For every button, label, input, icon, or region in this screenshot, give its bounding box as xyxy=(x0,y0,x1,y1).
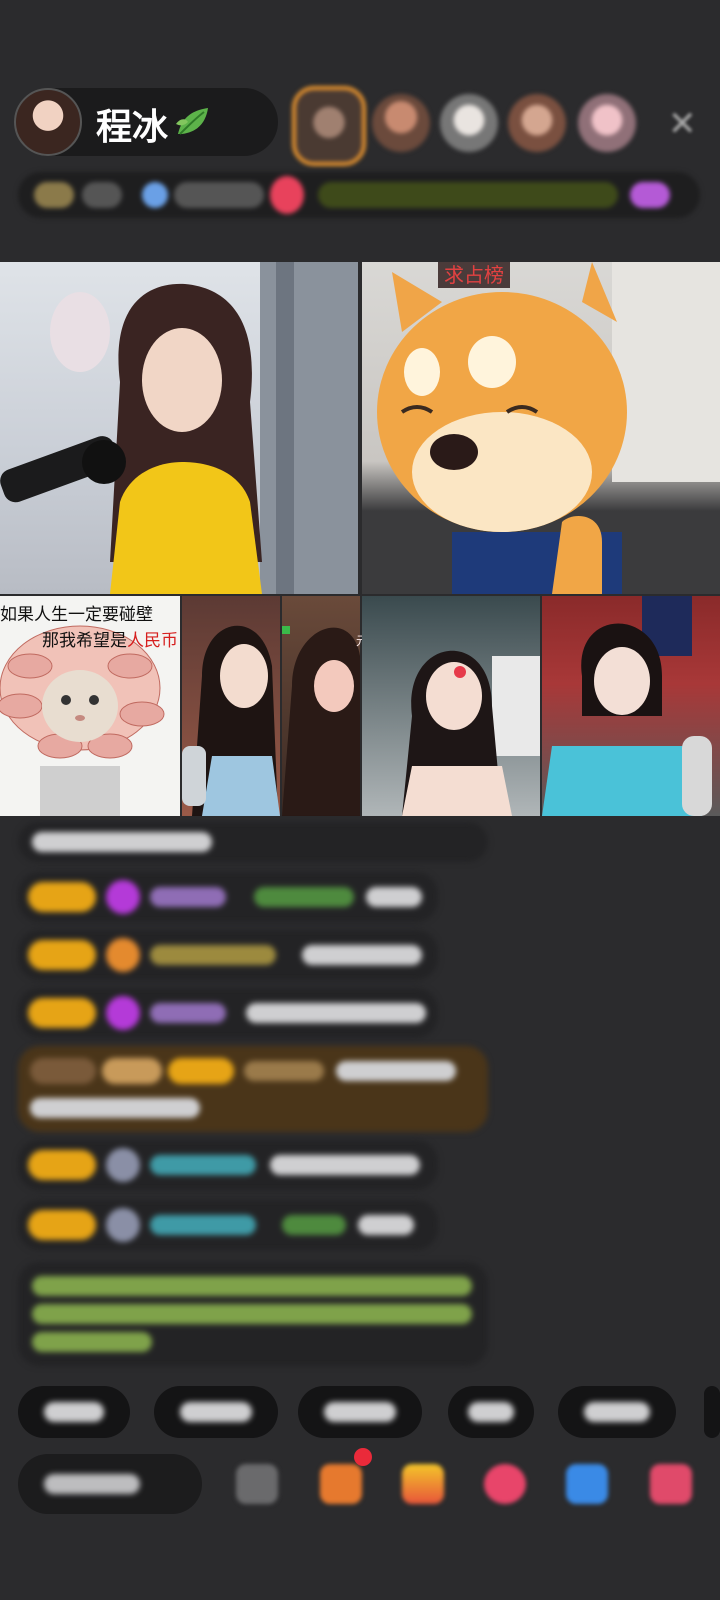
game-icon[interactable] xyxy=(566,1464,608,1504)
quick-reply-button-4[interactable] xyxy=(448,1386,534,1438)
quick-reply-button-1[interactable] xyxy=(18,1386,130,1438)
chat-message[interactable] xyxy=(18,930,438,980)
heart-icon[interactable] xyxy=(484,1464,526,1504)
quick-reply-button-6[interactable] xyxy=(704,1386,720,1438)
chat-message[interactable] xyxy=(18,822,488,862)
gift-icon[interactable] xyxy=(650,1464,692,1504)
top-viewer-avatar-3[interactable] xyxy=(440,94,498,152)
guest-video-3[interactable] xyxy=(282,596,360,816)
chat-message[interactable] xyxy=(18,872,438,922)
rank-label: 求占榜 xyxy=(438,262,510,288)
guest-video-5[interactable] xyxy=(542,596,720,816)
chat-message[interactable] xyxy=(18,988,438,1038)
meme-caption-prefix: 那我希望是 xyxy=(42,631,127,651)
chat-input[interactable] xyxy=(18,1454,202,1514)
gift-box-icon[interactable] xyxy=(402,1464,444,1504)
host-name[interactable]: 程冰 xyxy=(96,98,168,150)
main-host-video[interactable] xyxy=(0,262,358,594)
close-icon[interactable]: ✕ xyxy=(668,104,697,144)
meme-caption-line2: 那我希望是人民币 xyxy=(42,626,178,651)
chat-message[interactable] xyxy=(18,1200,438,1250)
quick-reply-button-3[interactable] xyxy=(298,1386,422,1438)
chat-message[interactable] xyxy=(18,1140,438,1190)
host-avatar[interactable] xyxy=(14,88,82,156)
guest-video-2[interactable] xyxy=(182,596,280,816)
chat-system-message xyxy=(18,1262,488,1366)
notification-dot xyxy=(354,1448,372,1466)
top-viewer-avatar-5[interactable] xyxy=(578,94,636,152)
room-info-bar[interactable] xyxy=(18,172,700,218)
emoji-icon[interactable] xyxy=(236,1464,278,1504)
quick-reply-button-2[interactable] xyxy=(154,1386,278,1438)
leaf-icon xyxy=(174,104,212,140)
top-viewer-avatar-1[interactable] xyxy=(292,86,366,166)
task-icon[interactable] xyxy=(320,1464,362,1504)
chat-message-highlight[interactable] xyxy=(18,1046,488,1132)
quick-reply-button-5[interactable] xyxy=(558,1386,676,1438)
meme-caption-line1: 如果人生一定要碰壁 xyxy=(0,605,153,625)
top-viewer-avatar-4[interactable] xyxy=(508,94,566,152)
meme-caption-highlight: 人民币 xyxy=(127,631,178,651)
top-viewer-avatar-2[interactable] xyxy=(372,94,430,152)
dog-avatar-video[interactable] xyxy=(362,262,720,594)
guest-video-4[interactable] xyxy=(362,596,540,816)
